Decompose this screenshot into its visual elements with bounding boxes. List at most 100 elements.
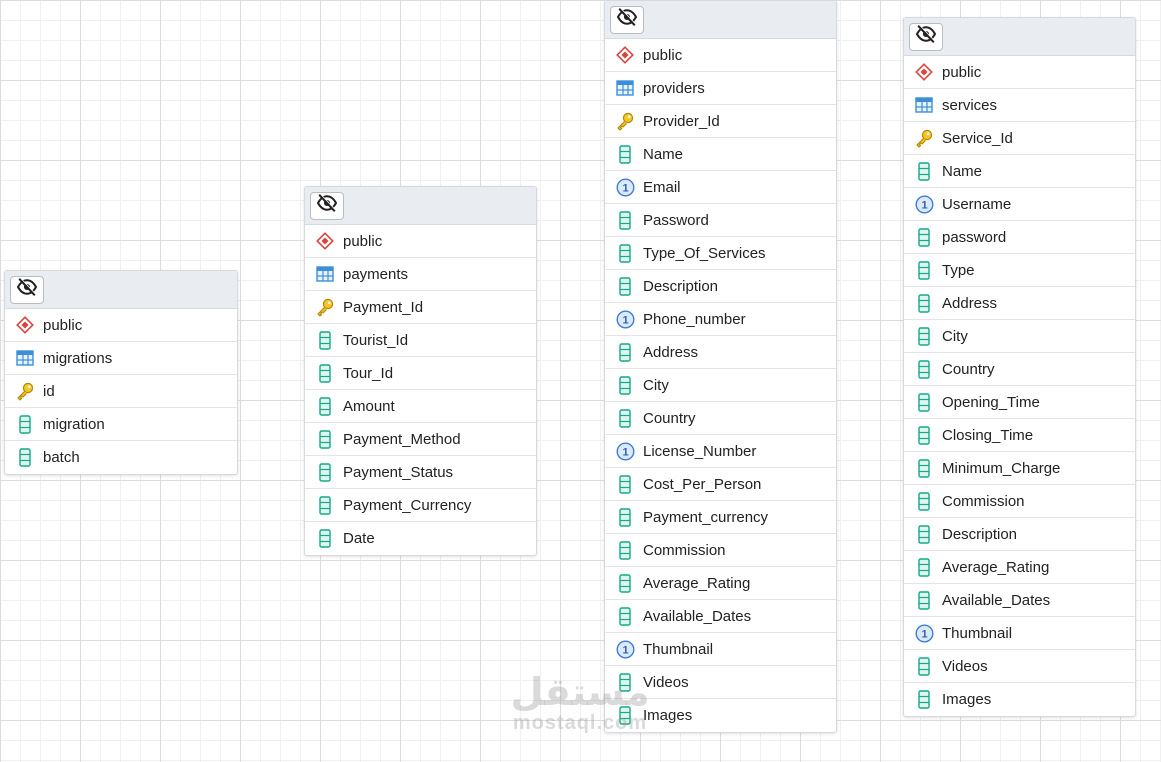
column-row[interactable]: 1 Phone_number	[605, 303, 836, 336]
visibility-toggle-button[interactable]	[909, 22, 943, 51]
column-icon	[615, 507, 635, 527]
table-name-row[interactable]: providers	[605, 72, 836, 105]
column-row[interactable]: Address	[605, 336, 836, 369]
table-providers[interactable]: public providers Provider_Id Name 1 Email Pass…	[604, 0, 837, 733]
column-row-label: Provider_Id	[643, 112, 720, 130]
column-row-label: Commission	[643, 541, 726, 559]
column-icon	[914, 392, 934, 412]
column-row[interactable]: Description	[605, 270, 836, 303]
column-row[interactable]: Country	[605, 402, 836, 435]
column-row-label: Payment_Status	[343, 463, 454, 481]
column-row[interactable]: 1 Username	[904, 188, 1135, 221]
column-row[interactable]: Name	[605, 138, 836, 171]
column-row[interactable]: id	[5, 375, 237, 408]
table-icon	[615, 78, 635, 98]
column-row[interactable]: City	[904, 320, 1135, 353]
column-row[interactable]: Available_Dates	[904, 584, 1135, 617]
schema-row[interactable]: public	[605, 39, 836, 72]
column-row[interactable]: Service_Id	[904, 122, 1135, 155]
column-row[interactable]: Amount	[305, 390, 536, 423]
schema-row[interactable]: public	[5, 309, 237, 342]
column-row-label: Description	[942, 525, 1018, 543]
eye-off-icon	[616, 8, 638, 31]
column-row-label: Amount	[343, 397, 395, 415]
column-row[interactable]: Commission	[605, 534, 836, 567]
column-row-label: Images	[942, 691, 992, 708]
column-icon	[615, 474, 635, 494]
column-icon	[914, 425, 934, 445]
column-row[interactable]: Country	[904, 353, 1135, 386]
table-header	[605, 1, 836, 39]
column-row-label: License_Number	[643, 442, 757, 460]
column-row[interactable]: migration	[5, 408, 237, 441]
column-row[interactable]: Address	[904, 287, 1135, 320]
column-row-label: id	[43, 382, 55, 400]
column-row[interactable]: Description	[904, 518, 1135, 551]
column-row[interactable]: Videos	[904, 650, 1135, 683]
unique-icon: 1	[615, 177, 635, 197]
column-row-label: Country	[643, 409, 696, 427]
table-header	[904, 18, 1135, 56]
column-row[interactable]: Date	[305, 522, 536, 555]
column-row[interactable]: Commission	[904, 485, 1135, 518]
column-row-label: Payment_Method	[343, 430, 461, 448]
column-icon	[914, 458, 934, 478]
table-services[interactable]: public services Service_Id Name 1 Username pas…	[903, 17, 1136, 717]
column-row[interactable]: Images	[904, 683, 1135, 716]
visibility-toggle-button[interactable]	[610, 5, 644, 34]
column-row-label: Available_Dates	[942, 591, 1051, 609]
column-row[interactable]: Payment_currency	[605, 501, 836, 534]
schema-icon	[615, 45, 635, 65]
column-row[interactable]: Tourist_Id	[305, 324, 536, 357]
column-row[interactable]: Name	[904, 155, 1135, 188]
column-row[interactable]: 1 Email	[605, 171, 836, 204]
column-icon	[615, 144, 635, 164]
table-migrations[interactable]: public migrations id migration batch	[4, 270, 238, 475]
column-row[interactable]: 1 License_Number	[605, 435, 836, 468]
column-row[interactable]: Payment_Currency	[305, 489, 536, 522]
column-row[interactable]: Type_Of_Services	[605, 237, 836, 270]
column-row-label: Opening_Time	[942, 393, 1040, 411]
schema-row[interactable]: public	[904, 56, 1135, 89]
column-row-label: Tourist_Id	[343, 331, 409, 349]
column-row[interactable]: Type	[904, 254, 1135, 287]
column-row[interactable]: Minimum_Charge	[904, 452, 1135, 485]
column-row[interactable]: Images	[605, 699, 836, 732]
schema-row-label: public	[643, 46, 683, 64]
visibility-toggle-button[interactable]	[10, 275, 44, 304]
column-row[interactable]: Videos	[605, 666, 836, 699]
column-row[interactable]: Payment_Id	[305, 291, 536, 324]
table-icon	[315, 264, 335, 284]
visibility-toggle-button[interactable]	[310, 191, 344, 220]
column-row[interactable]: Available_Dates	[605, 600, 836, 633]
column-row[interactable]: Opening_Time	[904, 386, 1135, 419]
column-row[interactable]: password	[904, 221, 1135, 254]
column-row[interactable]: batch	[5, 441, 237, 474]
key-icon	[15, 381, 35, 401]
column-row[interactable]: Average_Rating	[605, 567, 836, 600]
table-payments[interactable]: public payments Payment_Id Tourist_Id Tour_I…	[304, 186, 537, 556]
column-icon	[914, 326, 934, 346]
column-row-label: migration	[43, 415, 105, 433]
column-row[interactable]: City	[605, 369, 836, 402]
column-row[interactable]: 1 Thumbnail	[904, 617, 1135, 650]
column-row[interactable]: Payment_Method	[305, 423, 536, 456]
column-row-label: Name	[643, 145, 684, 163]
column-row[interactable]: Tour_Id	[305, 357, 536, 390]
column-row[interactable]: Password	[605, 204, 836, 237]
column-row[interactable]: Cost_Per_Person	[605, 468, 836, 501]
column-row[interactable]: Payment_Status	[305, 456, 536, 489]
table-name-row-label: payments	[343, 265, 409, 283]
column-row[interactable]: 1 Thumbnail	[605, 633, 836, 666]
column-icon	[315, 363, 335, 383]
column-row[interactable]: Closing_Time	[904, 419, 1135, 452]
column-row[interactable]: Provider_Id	[605, 105, 836, 138]
column-icon	[914, 227, 934, 247]
schema-row[interactable]: public	[305, 225, 536, 258]
eye-off-icon	[16, 278, 38, 301]
table-name-row[interactable]: migrations	[5, 342, 237, 375]
table-name-row[interactable]: services	[904, 89, 1135, 122]
column-row[interactable]: Average_Rating	[904, 551, 1135, 584]
column-row-label: password	[942, 228, 1007, 246]
table-name-row[interactable]: payments	[305, 258, 536, 291]
